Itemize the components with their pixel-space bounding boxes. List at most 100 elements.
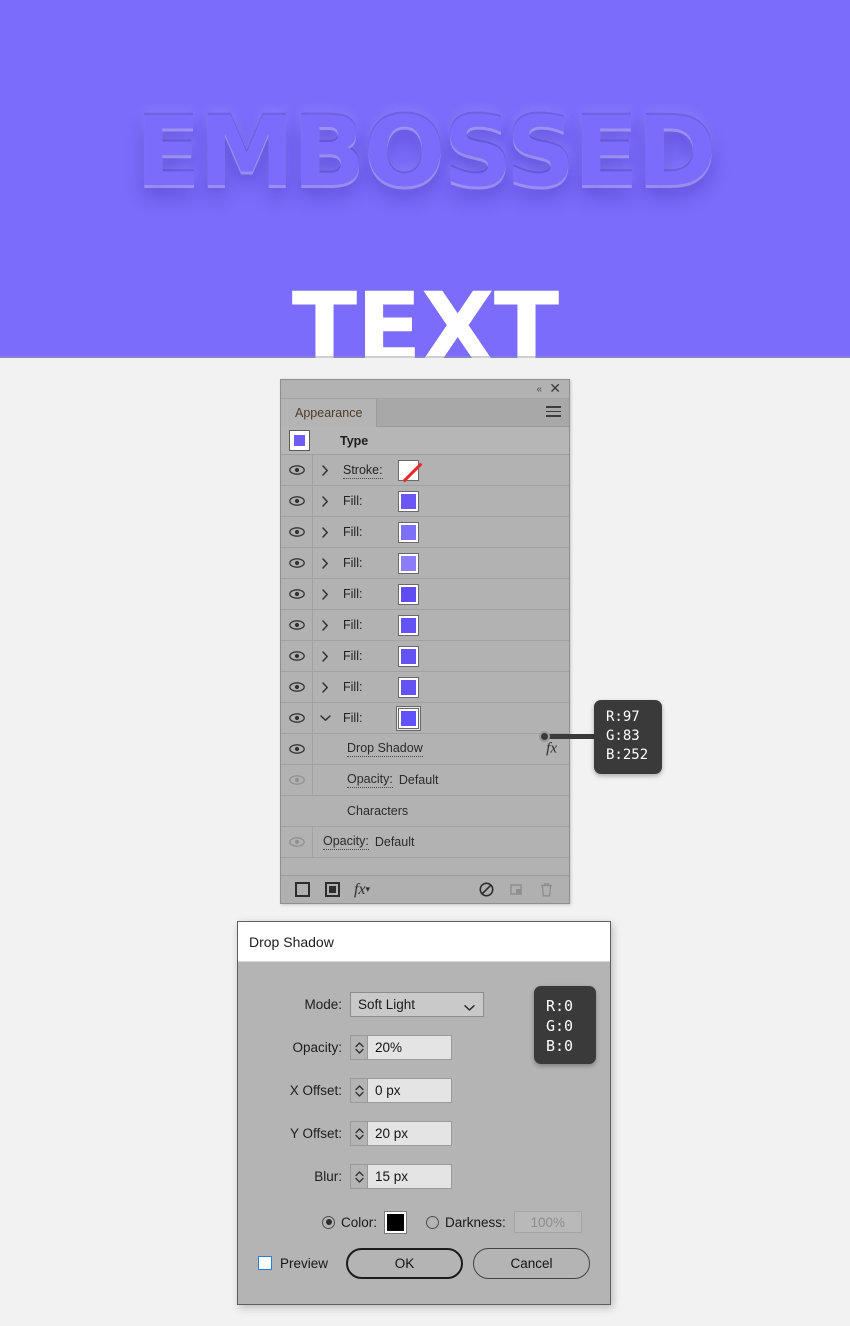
visibility-toggle[interactable] [281, 641, 313, 671]
fill-color-swatch[interactable] [398, 490, 419, 512]
eye-icon [288, 682, 305, 692]
tab-appearance[interactable]: Appearance [281, 399, 378, 427]
add-new-stroke-icon[interactable] [287, 876, 317, 904]
tooltip-r-value: R:0 [546, 997, 574, 1015]
disclosure-triangle-collapsed[interactable] [313, 548, 337, 578]
tooltip-g-value: G:0 [546, 1017, 574, 1035]
visibility-toggle[interactable] [281, 548, 313, 578]
row-label: Fill: [343, 494, 363, 508]
x-offset-stepper[interactable] [350, 1078, 367, 1103]
opacity-cell[interactable]: Opacity: Default [313, 772, 569, 788]
fill-color-swatch[interactable] [398, 521, 419, 543]
row-label: Fill: [343, 711, 363, 725]
delete-item-icon[interactable] [531, 876, 561, 904]
drop-shadow-effect-label[interactable]: Drop Shadow [313, 741, 569, 757]
disclosure-triangle-collapsed[interactable] [313, 610, 337, 640]
add-new-fill-icon[interactable] [317, 876, 347, 904]
collapse-panel-icon[interactable]: « [536, 383, 541, 396]
disclosure-triangle-expanded[interactable] [313, 703, 337, 733]
visibility-toggle-disabled[interactable] [281, 765, 313, 795]
disclosure-triangle-collapsed[interactable] [313, 579, 337, 609]
opacity-stepper[interactable] [350, 1035, 367, 1060]
opacity-label: Opacity: [347, 772, 393, 788]
tooltip-r-value: R:97 [606, 709, 640, 725]
eye-icon [288, 837, 305, 847]
fill-color-swatch[interactable] [398, 583, 419, 605]
fill-color-swatch-selected[interactable] [398, 707, 419, 729]
eye-icon [288, 465, 305, 475]
disclosure-triangle-collapsed[interactable] [313, 672, 337, 702]
disclosure-triangle-collapsed[interactable] [313, 486, 337, 516]
eye-icon [288, 589, 305, 599]
y-offset-input-value: 20 px [375, 1126, 409, 1141]
blur-field-row: Blur: 15 px [238, 1164, 610, 1189]
add-new-effect-icon[interactable]: fx ▾ [347, 876, 377, 904]
disclosure-triangle-collapsed[interactable] [313, 641, 337, 671]
visibility-toggle[interactable] [281, 734, 313, 764]
opacity-cell[interactable]: Opacity: Default [313, 834, 569, 850]
y-offset-label: Y Offset: [289, 1126, 342, 1141]
eye-icon [288, 527, 305, 537]
appearance-row-drop-shadow[interactable]: Drop Shadow fx [281, 734, 569, 765]
visibility-toggle[interactable] [281, 703, 313, 733]
visibility-toggle[interactable] [281, 455, 313, 485]
y-offset-stepper[interactable] [350, 1121, 367, 1146]
appearance-row-fill[interactable]: Fill: [281, 548, 569, 579]
artboard-canvas: EMBOSSED TEXT [0, 0, 850, 358]
appearance-row-fill[interactable]: Fill: [281, 672, 569, 703]
panel-menu-icon[interactable] [546, 406, 561, 418]
eye-icon [288, 713, 305, 723]
appearance-row-opacity-characters[interactable]: Opacity: Default [281, 827, 569, 858]
visibility-toggle[interactable] [281, 517, 313, 547]
row-label: Fill: [343, 649, 363, 663]
clear-appearance-icon[interactable] [471, 876, 501, 904]
mode-label: Mode: [304, 997, 342, 1012]
duplicate-item-icon[interactable] [501, 876, 531, 904]
cancel-button[interactable]: Cancel [473, 1247, 591, 1279]
fx-icon[interactable]: fx [546, 741, 557, 758]
fill-color-swatch[interactable] [398, 552, 419, 574]
appearance-row-fill[interactable]: Fill: [281, 610, 569, 641]
appearance-row-fill[interactable]: Fill: [281, 517, 569, 548]
blur-input[interactable]: 15 px [367, 1164, 452, 1189]
fill-color-swatch[interactable] [398, 676, 419, 698]
opacity-input[interactable]: 20% [367, 1035, 452, 1060]
appearance-row-stroke[interactable]: Stroke: [281, 455, 569, 486]
appearance-row-fill[interactable]: Fill: [281, 486, 569, 517]
appearance-row-fill[interactable]: Fill: [281, 579, 569, 610]
x-offset-field-row: X Offset: 0 px [238, 1078, 610, 1103]
opacity-label: Opacity: [292, 1040, 342, 1055]
visibility-toggle[interactable] [281, 579, 313, 609]
x-offset-input[interactable]: 0 px [367, 1078, 452, 1103]
ok-button-label: OK [394, 1255, 415, 1271]
mode-select[interactable]: Soft Light [350, 992, 484, 1017]
object-thumbnail [289, 430, 310, 451]
ok-button[interactable]: OK [346, 1247, 464, 1279]
tooltip-g-value: G:83 [606, 728, 640, 744]
fill-color-swatch[interactable] [398, 645, 419, 667]
appearance-row-opacity[interactable]: Opacity: Default [281, 765, 569, 796]
blur-stepper[interactable] [350, 1164, 367, 1189]
appearance-row-characters[interactable]: Characters [281, 796, 569, 827]
close-panel-icon[interactable]: ✕ [549, 381, 561, 397]
appearance-row-fill-selected[interactable]: Fill: [281, 703, 569, 734]
preview-checkbox[interactable] [258, 1256, 272, 1270]
text-headline-text: TEXT [291, 272, 560, 358]
visibility-toggle[interactable] [281, 672, 313, 702]
fill-color-swatch[interactable] [398, 614, 419, 636]
visibility-toggle[interactable] [281, 610, 313, 640]
shadow-color-rgb-tooltip: R:0 G:0 B:0 [534, 986, 596, 1064]
y-offset-input[interactable]: 20 px [367, 1121, 452, 1146]
disclosure-triangle-collapsed[interactable] [313, 455, 337, 485]
fill-color-rgb-tooltip: R:97 G:83 B:252 [594, 700, 662, 774]
opacity-input-value: 20% [375, 1040, 403, 1055]
appearance-panel: « ✕ Appearance Type Stroke: Fill: Fill: … [280, 379, 570, 904]
stroke-swatch-none[interactable] [398, 459, 419, 481]
y-offset-field-row: Y Offset: 20 px [238, 1121, 610, 1146]
visibility-toggle[interactable] [281, 486, 313, 516]
visibility-toggle-disabled[interactable] [281, 827, 313, 857]
drop-shadow-dialog: Drop Shadow Mode: Soft Light Opacity: 20… [237, 921, 611, 1305]
disclosure-triangle-collapsed[interactable] [313, 517, 337, 547]
appearance-row-fill[interactable]: Fill: [281, 641, 569, 672]
tooltip-b-value: B:252 [606, 747, 649, 763]
